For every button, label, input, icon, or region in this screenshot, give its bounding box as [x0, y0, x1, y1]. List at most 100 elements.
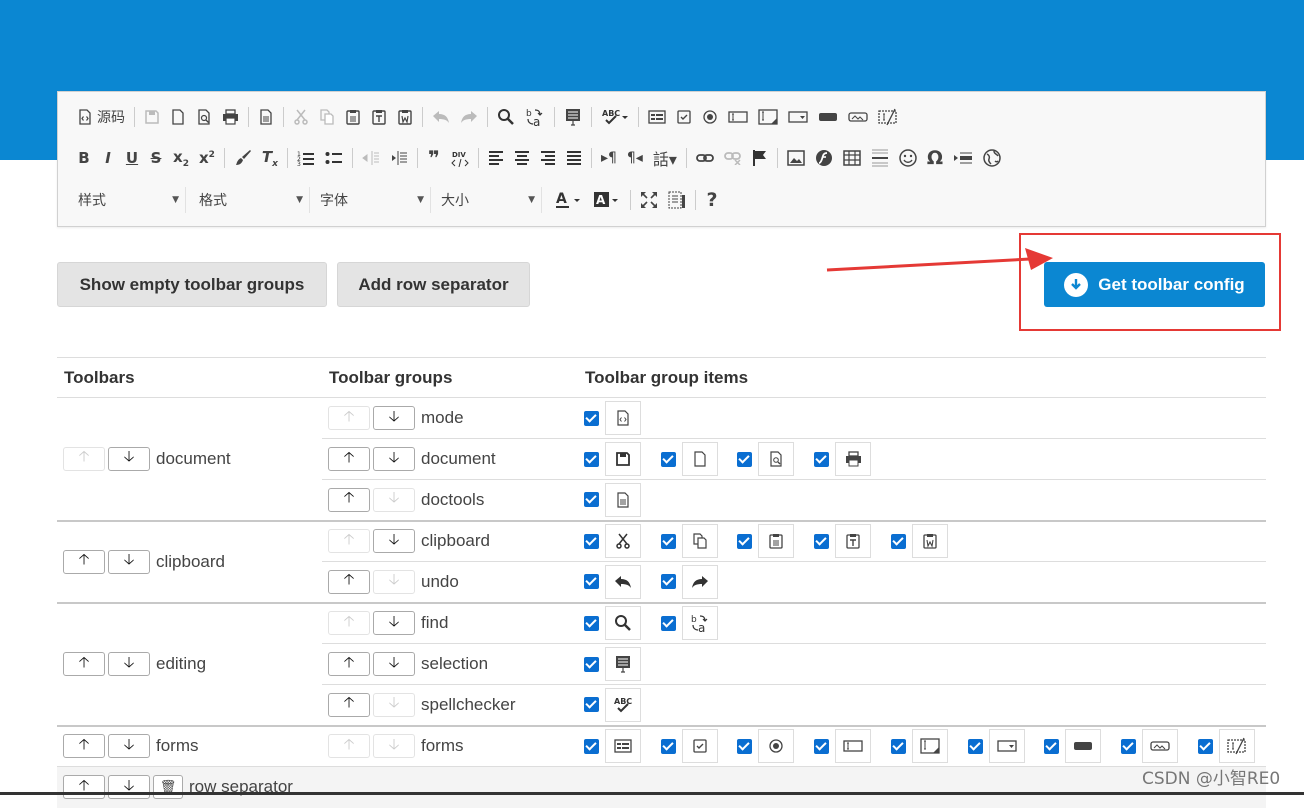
new-page-button[interactable]: [165, 104, 191, 130]
show-empty-groups-button[interactable]: Show empty toolbar groups: [57, 262, 327, 307]
align-center-button[interactable]: [509, 145, 535, 171]
move-up-button[interactable]: 🡡: [328, 529, 370, 554]
save-button[interactable]: [139, 104, 165, 130]
item-checkbox[interactable]: [584, 533, 599, 549]
font-combo[interactable]: 字体 ▼: [310, 187, 431, 213]
item-checkbox[interactable]: [660, 738, 676, 754]
bidi-ltr-button[interactable]: ▸¶: [596, 145, 622, 171]
size-combo[interactable]: 大小 ▼: [431, 187, 542, 213]
iframe-button[interactable]: [978, 145, 1006, 171]
bg-color-button[interactable]: A: [588, 187, 626, 213]
underline-button[interactable]: U: [120, 145, 144, 171]
outdent-button[interactable]: [357, 145, 385, 171]
italic-button[interactable]: I: [96, 145, 120, 171]
print-button[interactable]: [217, 104, 244, 130]
item-checkbox[interactable]: [584, 451, 599, 467]
item-checkbox[interactable]: [584, 615, 599, 631]
move-up-button[interactable]: 🡡: [63, 549, 105, 574]
trash-icon[interactable]: 🗑: [153, 775, 183, 800]
item-checkbox[interactable]: [814, 738, 830, 754]
move-down-button[interactable]: 🡣: [373, 734, 415, 759]
move-down-button[interactable]: 🡣: [108, 775, 150, 800]
copy-format-button[interactable]: [229, 145, 257, 171]
radio-button[interactable]: [697, 104, 723, 130]
checkbox-button[interactable]: [671, 104, 697, 130]
smiley-button[interactable]: [894, 145, 922, 171]
item-checkbox[interactable]: [1044, 738, 1060, 754]
move-down-button[interactable]: 🡣: [373, 406, 415, 430]
anchor-button[interactable]: [747, 145, 773, 171]
item-checkbox[interactable]: [1121, 738, 1137, 754]
item-checkbox[interactable]: [660, 574, 676, 590]
paste-text-button[interactable]: [366, 104, 392, 130]
item-checkbox[interactable]: [584, 410, 599, 426]
move-up-button[interactable]: 🡡: [328, 447, 370, 471]
move-down-button[interactable]: 🡣: [373, 447, 415, 471]
bulleted-list-button[interactable]: [320, 145, 348, 171]
redo-button[interactable]: [455, 104, 483, 130]
bidi-rtl-button[interactable]: ¶◂: [622, 145, 648, 171]
text-color-button[interactable]: A: [550, 187, 588, 213]
language-button[interactable]: 話▾: [648, 145, 682, 171]
spellcheck-button[interactable]: ABC: [596, 104, 634, 130]
styles-combo[interactable]: 样式 ▼: [68, 187, 186, 213]
move-down-button[interactable]: 🡣: [108, 652, 150, 676]
hidden-field-button[interactable]: [873, 104, 903, 130]
item-checkbox[interactable]: [660, 533, 676, 549]
item-checkbox[interactable]: [737, 451, 753, 467]
item-checkbox[interactable]: [1197, 738, 1213, 754]
textfield-button[interactable]: [723, 104, 753, 130]
move-up-button[interactable]: 🡡: [328, 652, 370, 676]
move-up-button[interactable]: 🡡: [328, 734, 370, 759]
item-checkbox[interactable]: [584, 574, 599, 590]
replace-button[interactable]: ba: [520, 104, 550, 130]
move-up-button[interactable]: 🡡: [328, 611, 370, 636]
format-combo[interactable]: 格式 ▼: [189, 187, 310, 213]
link-button[interactable]: [691, 145, 719, 171]
get-toolbar-config-button[interactable]: Get toolbar config: [1044, 262, 1265, 307]
undo-button[interactable]: [427, 104, 455, 130]
show-blocks-button[interactable]: [663, 187, 691, 213]
source-button[interactable]: 源码: [72, 104, 130, 130]
move-up-button[interactable]: 🡡: [328, 406, 370, 430]
item-checkbox[interactable]: [814, 533, 830, 549]
align-left-button[interactable]: [483, 145, 509, 171]
move-up-button[interactable]: 🡡: [328, 692, 370, 717]
remove-format-button[interactable]: Tx: [257, 145, 283, 171]
preview-button[interactable]: [191, 104, 217, 130]
move-down-button[interactable]: 🡣: [373, 692, 415, 717]
item-checkbox[interactable]: [890, 738, 906, 754]
item-checkbox[interactable]: [737, 533, 753, 549]
move-down-button[interactable]: 🡣: [108, 734, 150, 759]
move-up-button[interactable]: 🡡: [63, 652, 105, 676]
form-button[interactable]: [643, 104, 671, 130]
move-up-button[interactable]: 🡡: [63, 446, 105, 471]
move-down-button[interactable]: 🡣: [108, 446, 150, 471]
numbered-list-button[interactable]: 123: [292, 145, 320, 171]
indent-button[interactable]: [385, 145, 413, 171]
item-checkbox[interactable]: [660, 451, 676, 467]
button-button[interactable]: [813, 104, 843, 130]
bold-button[interactable]: B: [72, 145, 96, 171]
templates-button[interactable]: [253, 104, 279, 130]
item-checkbox[interactable]: [584, 697, 599, 713]
help-button[interactable]: ?: [700, 187, 724, 213]
item-checkbox[interactable]: [660, 615, 676, 631]
select-all-button[interactable]: [559, 104, 587, 130]
flash-button[interactable]: [810, 145, 838, 171]
paste-button[interactable]: [340, 104, 366, 130]
strike-button[interactable]: S: [144, 145, 168, 171]
unlink-button[interactable]: [719, 145, 747, 171]
move-down-button[interactable]: 🡣: [373, 611, 415, 636]
move-down-button[interactable]: 🡣: [373, 529, 415, 554]
move-up-button[interactable]: 🡡: [63, 734, 105, 759]
superscript-button[interactable]: x2: [194, 145, 220, 171]
move-down-button[interactable]: 🡣: [108, 549, 150, 574]
image-button[interactable]: [782, 145, 810, 171]
table-button[interactable]: [838, 145, 866, 171]
special-char-button[interactable]: Ω: [922, 145, 948, 171]
blockquote-button[interactable]: ❞: [422, 145, 446, 171]
horizontal-rule-button[interactable]: [866, 145, 894, 171]
image-button-button[interactable]: [843, 104, 873, 130]
move-down-button[interactable]: 🡣: [373, 487, 415, 512]
